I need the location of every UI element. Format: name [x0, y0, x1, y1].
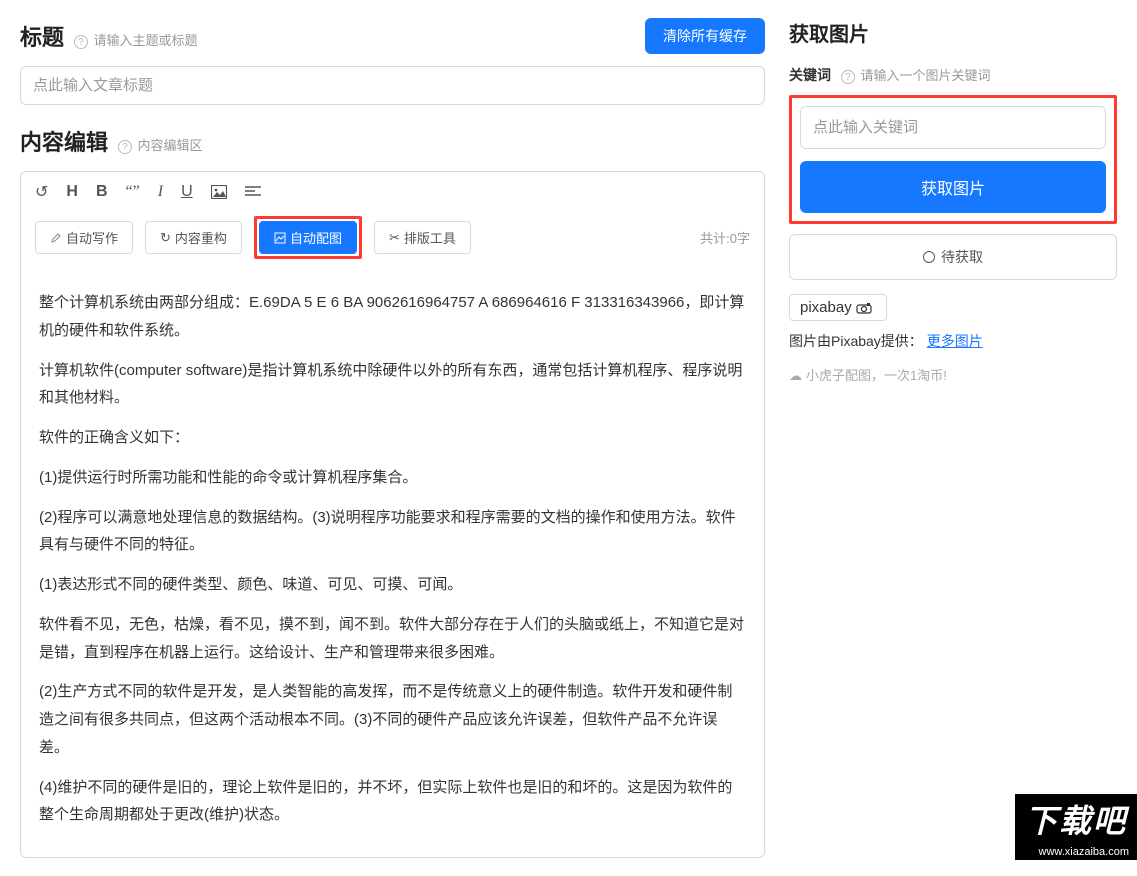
camera-icon [856, 302, 876, 314]
fetch-image-heading: 获取图片 [789, 18, 1117, 47]
align-left-icon[interactable] [245, 183, 261, 201]
bold-icon[interactable]: B [96, 183, 108, 201]
help-icon: ? [118, 140, 132, 154]
cloud-icon: ☁ [789, 368, 802, 383]
title-hint: ? 请输入主题或标题 [74, 33, 198, 48]
keyword-hint: 请输入一个图片关键词 [861, 68, 991, 83]
quote-icon[interactable]: “” [126, 183, 140, 201]
content-hint: ? 内容编辑区 [118, 138, 203, 153]
pixabay-badge: pixabay [789, 294, 887, 321]
image-small-icon [274, 232, 286, 244]
footer-note: ☁小虎子配图，一次1淘币! [789, 365, 1117, 384]
paragraph: 计算机软件(computer software)是指计算机系统中除硬件以外的所有… [39, 357, 746, 413]
image-icon[interactable] [211, 183, 227, 201]
tool-icon: ✂ [389, 230, 400, 246]
auto-write-button[interactable]: 自动写作 [35, 221, 133, 254]
undo-icon[interactable]: ↺ [35, 182, 48, 202]
content-restructure-button[interactable]: ↻ 内容重构 [145, 221, 242, 254]
side-column: 获取图片 关键词 ? 请输入一个图片关键词 获取图片 待获取 pixabay 图… [785, 0, 1137, 876]
fetch-image-button[interactable]: 获取图片 [800, 161, 1106, 213]
refresh-icon: ↻ [160, 230, 171, 246]
layout-tool-button[interactable]: ✂ 排版工具 [374, 221, 471, 254]
paragraph: (1)提供运行时所需功能和性能的命令或计算机程序集合。 [39, 464, 746, 492]
paragraph: 软件看不见，无色，枯燥，看不见，摸不到，闻不到。软件大部分存在于人们的头脑或纸上… [39, 611, 746, 667]
title-row: 标题 ? 请输入主题或标题 清除所有缓存 [20, 18, 765, 54]
word-count: 共计:0字 [700, 228, 750, 247]
pencil-icon [50, 232, 62, 244]
paragraph: 整个计算机系统由两部分组成：E.69DA 5 E 6 BA 9062616964… [39, 289, 746, 345]
help-icon: ? [74, 35, 88, 49]
main-column: 标题 ? 请输入主题或标题 清除所有缓存 内容编辑 ? 内容编辑区 ↺ H B … [0, 0, 785, 876]
article-title-input[interactable] [20, 66, 765, 105]
paragraph: (4)维护不同的硬件是旧的，理论上软件是旧的，并不坏，但实际上软件也是旧的和坏的… [39, 774, 746, 830]
keyword-label: 关键词 [789, 67, 831, 83]
paragraph: (2)生产方式不同的软件是开发，是人类智能的高发挥，而不是传统意义上的硬件制造。… [39, 678, 746, 761]
action-toolbar: 自动写作 ↻ 内容重构 自动配图 ✂ 排版工具 共计:0字 [21, 212, 764, 273]
keyword-label-row: 关键词 ? 请输入一个图片关键词 [789, 65, 1117, 85]
watermark-brand: 下载吧 [1015, 794, 1137, 844]
format-toolbar: ↺ H B “” I U [21, 172, 764, 212]
content-heading: 内容编辑 [20, 130, 108, 155]
heading-icon[interactable]: H [66, 183, 78, 201]
help-icon: ? [841, 70, 855, 84]
auto-image-button[interactable]: 自动配图 [259, 221, 357, 254]
highlight-auto-image: 自动配图 [254, 216, 362, 259]
watermark-url: www.xiazaiba.com [1015, 844, 1137, 860]
italic-icon[interactable]: I [158, 183, 163, 201]
paragraph: (2)程序可以满意地处理信息的数据结构。(3)说明程序功能要求和程序需要的文档的… [39, 504, 746, 560]
highlight-keyword-box: 获取图片 [789, 95, 1117, 224]
editor-box: ↺ H B “” I U 自动写作 ↻ [20, 171, 765, 858]
underline-icon[interactable]: U [181, 183, 193, 201]
paragraph: (1)表达形式不同的硬件类型、颜色、味道、可见、可摸、可闻。 [39, 571, 746, 599]
circle-icon [923, 251, 935, 263]
provider-row: 图片由Pixabay提供： 更多图片 [789, 331, 1117, 351]
watermark: 下载吧 www.xiazaiba.com [1015, 794, 1137, 860]
more-images-link[interactable]: 更多图片 [927, 333, 983, 349]
title-heading: 标题 [20, 25, 64, 50]
keyword-input[interactable] [800, 106, 1106, 149]
paragraph: 软件的正确含义如下： [39, 424, 746, 452]
content-heading-row: 内容编辑 ? 内容编辑区 [20, 125, 765, 157]
pending-status[interactable]: 待获取 [789, 234, 1117, 280]
editor-content[interactable]: 整个计算机系统由两部分组成：E.69DA 5 E 6 BA 9062616964… [21, 273, 764, 857]
title-heading-group: 标题 ? 请输入主题或标题 [20, 20, 198, 52]
clear-cache-button[interactable]: 清除所有缓存 [645, 18, 765, 54]
